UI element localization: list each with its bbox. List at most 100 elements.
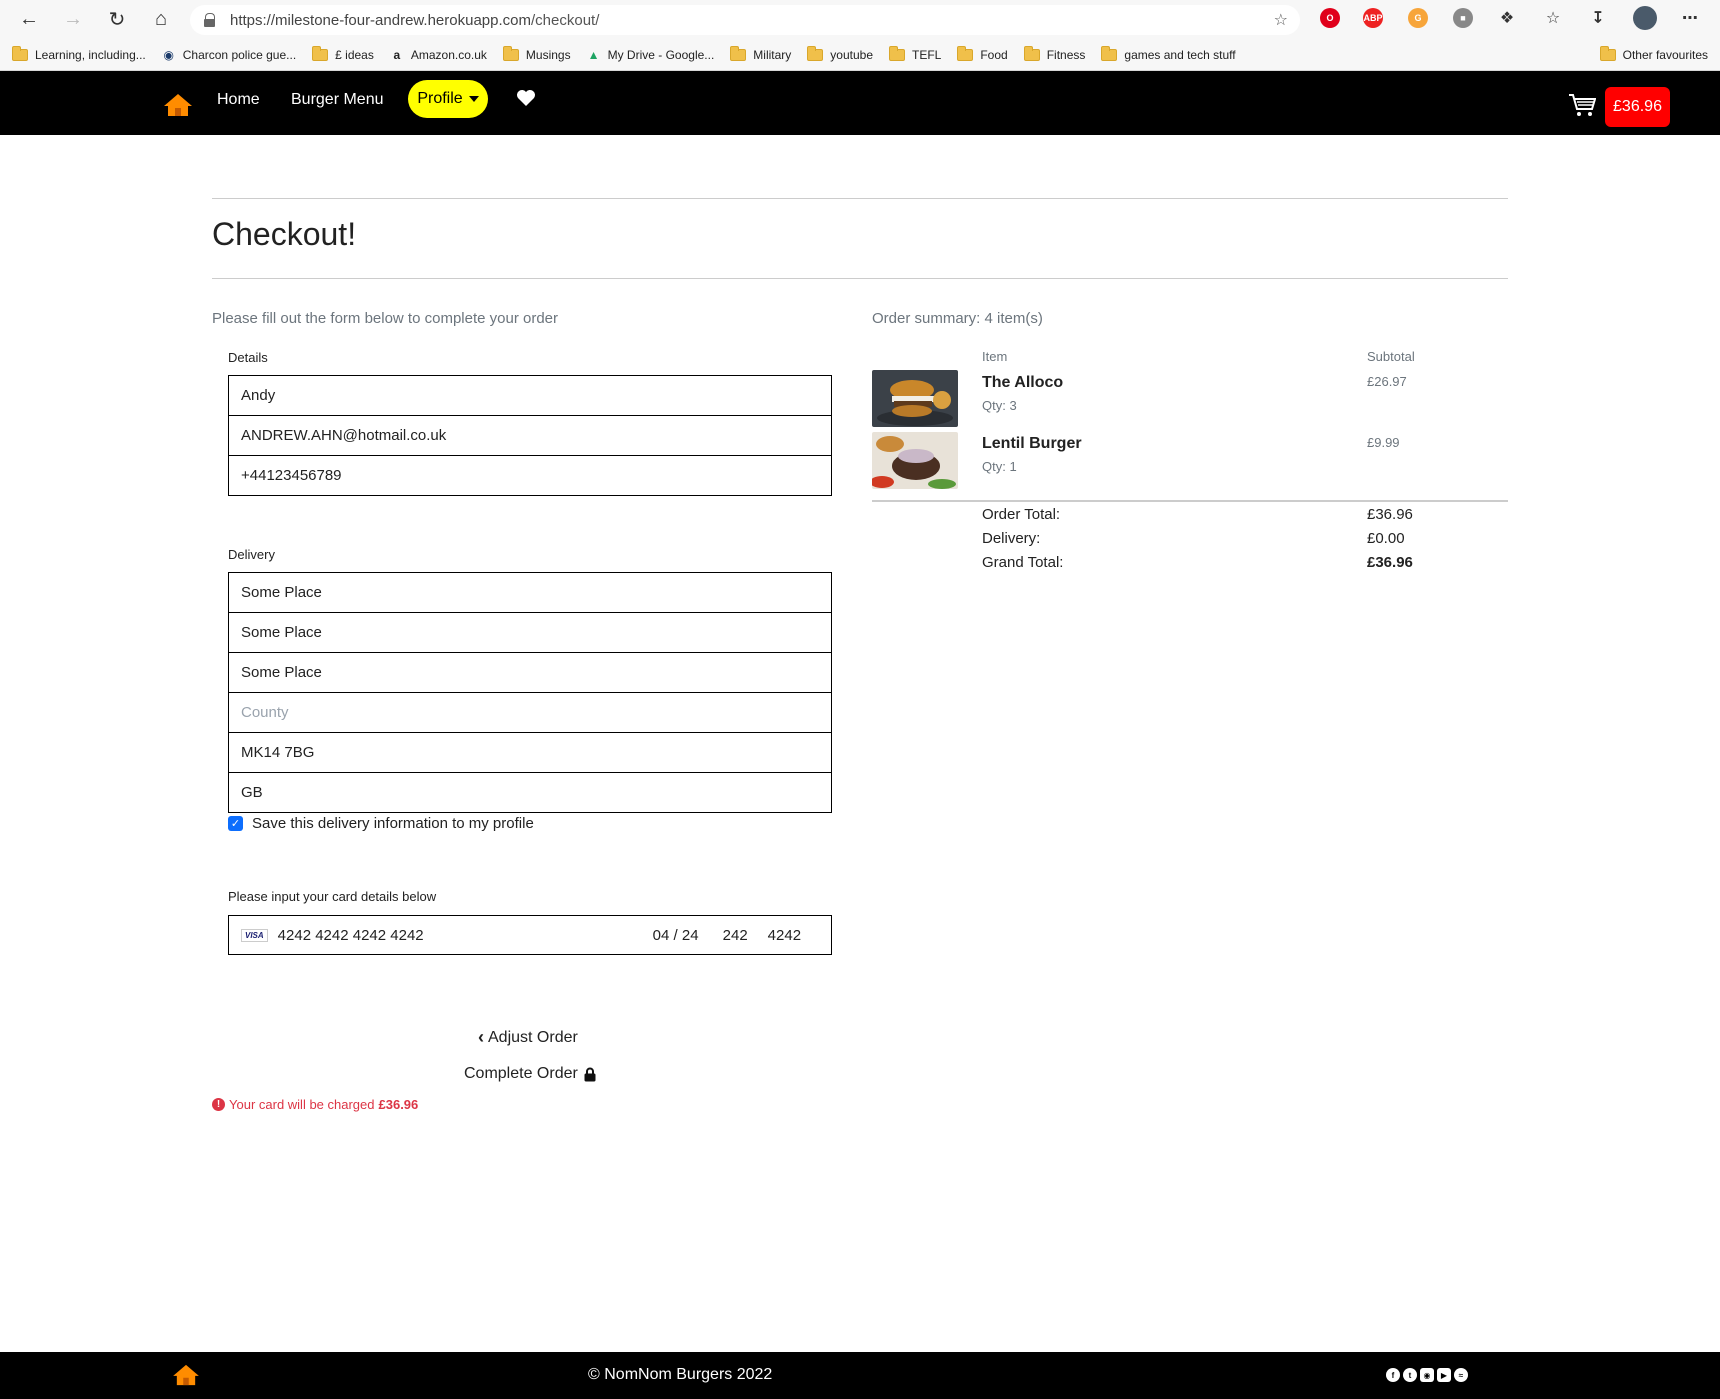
county-input[interactable]: [241, 704, 831, 721]
folder-icon: [1599, 46, 1616, 61]
url-path: /checkout/: [531, 11, 600, 29]
delivery-label: Delivery: [228, 547, 275, 562]
full-name-input[interactable]: [241, 387, 831, 404]
card-cvc-input[interactable]: 242: [723, 927, 768, 944]
charge-text: Your card will be charged: [229, 1097, 375, 1112]
save-info-row: ✓ Save this delivery information to my p…: [228, 815, 534, 832]
bookmark-item[interactable]: Fitness: [1023, 46, 1085, 62]
order-summary-title: Order summary: 4 item(s): [872, 310, 1043, 327]
lock-icon: [584, 1067, 596, 1081]
add-favourite-icon[interactable]: ☆: [1274, 10, 1288, 30]
delivery-cost-label: Delivery:: [982, 530, 1041, 547]
card-postal-input[interactable]: 4242: [768, 927, 801, 944]
nav-home-link[interactable]: Home: [217, 91, 260, 109]
favourites-icon[interactable]: ☆: [1543, 8, 1563, 28]
phone-field[interactable]: [228, 455, 832, 496]
product-image-lentil-burger[interactable]: [872, 432, 958, 489]
bookmark-item[interactable]: a Amazon.co.uk: [390, 48, 487, 62]
card-element[interactable]: VISA 4242 4242 4242 4242 04 / 24 242 424…: [228, 915, 832, 955]
town-input[interactable]: [241, 664, 831, 681]
street-address1-field[interactable]: [228, 572, 832, 613]
col-item-header: Item: [982, 349, 1008, 364]
grand-total-value: £36.96: [1367, 554, 1413, 571]
home-icon[interactable]: [163, 93, 193, 117]
settings-more-icon[interactable]: ⋯: [1680, 8, 1700, 28]
adblock-extension-icon[interactable]: ABP: [1363, 8, 1383, 28]
chevron-left-icon: ‹: [478, 1027, 484, 1047]
grand-total-label: Grand Total:: [982, 554, 1064, 571]
bookmark-item[interactable]: Food: [957, 46, 1008, 62]
town-field[interactable]: [228, 652, 832, 693]
bookmark-item[interactable]: youtube: [807, 46, 873, 62]
eye-icon: ◉: [163, 48, 174, 62]
extensions-puzzle-icon[interactable]: ❖: [1497, 8, 1517, 28]
forward-arrow-icon[interactable]: →: [58, 6, 88, 32]
item-subtotal: £9.99: [1367, 435, 1400, 450]
country-input[interactable]: [241, 784, 831, 801]
complete-order-button[interactable]: Complete Order: [464, 1065, 596, 1083]
adjust-order-button[interactable]: ‹ Adjust Order: [478, 1027, 578, 1048]
item-qty: Qty: 1: [982, 459, 1017, 474]
card-number-input[interactable]: 4242 4242 4242 4242: [278, 927, 653, 944]
bookmark-item[interactable]: Military: [730, 46, 791, 62]
page-title: Checkout!: [212, 216, 357, 252]
profile-dropdown[interactable]: Profile: [408, 80, 488, 118]
nav-burger-menu-link[interactable]: Burger Menu: [291, 91, 384, 109]
item-name: Lentil Burger: [982, 435, 1082, 452]
save-info-label[interactable]: Save this delivery information to my pro…: [252, 815, 534, 832]
bookmark-item[interactable]: Learning, including...: [12, 46, 146, 62]
postcode-field[interactable]: [228, 732, 832, 773]
country-field[interactable]: [228, 772, 832, 813]
charge-amount: £36.96: [378, 1097, 419, 1112]
bookmark-item[interactable]: £ ideas: [312, 46, 374, 62]
facebook-icon[interactable]: f: [1386, 1368, 1400, 1382]
youtube-icon[interactable]: ▶: [1437, 1368, 1451, 1382]
site-footer: © NomNom Burgers 2022 f t ◉ ▶ ≈: [0, 1352, 1720, 1399]
county-field[interactable]: [228, 692, 832, 733]
site-navbar: Home Burger Menu Profile £36.96: [0, 71, 1720, 135]
bookmark-item[interactable]: ▲ My Drive - Google...: [587, 48, 715, 62]
grammarly-extension-icon[interactable]: G: [1408, 8, 1428, 28]
cart-total-badge[interactable]: £36.96: [1605, 87, 1670, 127]
bookmark-item[interactable]: TEFL: [889, 46, 941, 62]
full-name-field[interactable]: [228, 375, 832, 416]
email-input[interactable]: [241, 427, 831, 444]
delivery-cost-value: £0.00: [1367, 530, 1405, 547]
bookmark-item[interactable]: Musings: [502, 46, 571, 62]
extension-icon[interactable]: ■: [1453, 8, 1473, 28]
twitter-icon[interactable]: t: [1403, 1368, 1417, 1382]
reload-icon[interactable]: ↻: [102, 6, 132, 32]
instagram-icon[interactable]: ◉: [1420, 1368, 1434, 1382]
postcode-input[interactable]: [241, 744, 831, 761]
home-browser-icon[interactable]: ⌂: [146, 6, 176, 32]
bookmarks-bar: Learning, including... ◉ Charcon police g…: [0, 40, 1720, 70]
item-name: The Alloco: [982, 374, 1064, 391]
phone-input[interactable]: [241, 467, 831, 484]
street-address2-field[interactable]: [228, 612, 832, 653]
user-avatar[interactable]: [1633, 6, 1657, 30]
lock-icon: [204, 13, 216, 27]
google-drive-icon: ▲: [587, 48, 600, 62]
folder-icon: [957, 46, 974, 61]
heart-icon[interactable]: [516, 89, 536, 107]
col-subtotal-header: Subtotal: [1367, 349, 1415, 364]
folder-icon: [502, 46, 519, 61]
bookmark-item[interactable]: ◉ Charcon police gue...: [162, 48, 297, 62]
street-address1-input[interactable]: [241, 584, 831, 601]
back-arrow-icon[interactable]: ←: [14, 6, 44, 32]
visa-card-icon: VISA: [241, 928, 268, 942]
email-field[interactable]: [228, 415, 832, 456]
address-bar[interactable]: https://milestone-four-andrew.herokuapp.…: [190, 5, 1300, 35]
bookmark-item[interactable]: games and tech stuff: [1101, 46, 1236, 62]
other-favourites[interactable]: Other favourites: [1599, 46, 1708, 62]
shopping-cart-icon[interactable]: [1568, 93, 1596, 117]
save-info-checkbox[interactable]: ✓: [228, 816, 243, 831]
footer-home-icon[interactable]: [172, 1364, 200, 1386]
opera-extension-icon[interactable]: O: [1320, 8, 1340, 28]
downloads-icon[interactable]: ↧: [1588, 8, 1608, 28]
spotify-icon[interactable]: ≈: [1454, 1368, 1468, 1382]
item-subtotal: £26.97: [1367, 374, 1407, 389]
product-image-alloco[interactable]: [872, 370, 958, 427]
street-address2-input[interactable]: [241, 624, 831, 641]
card-expiry-input[interactable]: 04 / 24: [653, 927, 723, 944]
